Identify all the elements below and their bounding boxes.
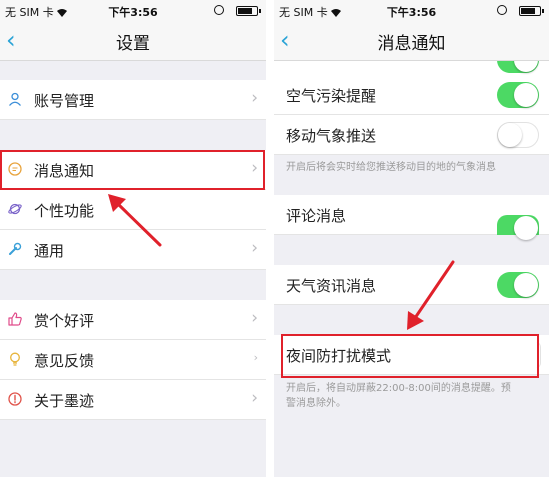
arrow-right (407, 260, 455, 330)
annotation-arrows (108, 194, 455, 330)
arrow-left (108, 194, 162, 247)
